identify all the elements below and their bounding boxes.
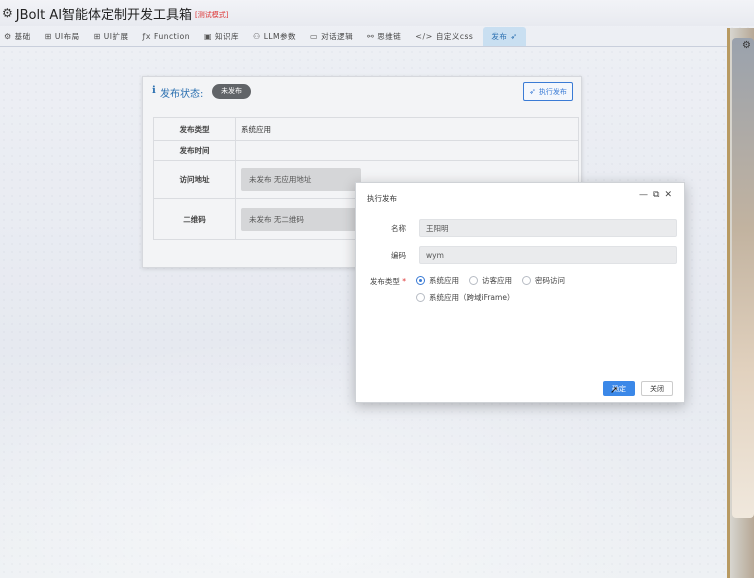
radio-unchecked-icon <box>416 293 425 302</box>
radio-system-app[interactable]: 系统应用 <box>416 275 459 286</box>
code-input[interactable] <box>419 246 677 264</box>
grid-icon: ⊞ <box>93 32 101 41</box>
qrcode-field: 未发布 无二维码 <box>241 207 361 231</box>
tab-label: 基础 <box>14 32 31 41</box>
required-mark: * <box>402 277 406 286</box>
function-icon: ƒx <box>142 32 152 41</box>
tab-label: UI布局 <box>54 32 80 41</box>
publish-panel-header: ℹ 发布状态: 未发布 ➶ 执行发布 <box>143 77 581 109</box>
publish-type-label: 发布类型 <box>369 277 400 286</box>
maximize-icon[interactable]: ⧉ <box>653 190 659 200</box>
name-label: 名称 <box>391 224 406 233</box>
book-icon: ▣ <box>203 32 213 41</box>
radio-checked-icon <box>416 276 425 285</box>
info-icon: ℹ <box>152 85 156 96</box>
gear-icon[interactable]: ⚙ <box>742 40 751 51</box>
tab-label: Function <box>154 32 190 41</box>
chat-icon: ▭ <box>310 32 319 41</box>
radio-unchecked-icon <box>469 276 478 285</box>
execute-publish-button[interactable]: ➶ 执行发布 <box>523 82 573 101</box>
radio-guest-app[interactable]: 访客应用 <box>469 275 512 286</box>
execute-publish-label: 执行发布 <box>538 87 567 96</box>
table-row: 发布时间 <box>153 140 579 161</box>
access-url-field: 未发布 无应用地址 <box>241 168 361 191</box>
tab-basic[interactable]: ⚙ 基础 <box>0 27 41 46</box>
tab-custom-css[interactable]: </> 自定义css <box>411 27 483 46</box>
mindmap-icon: ⚯ <box>367 32 375 41</box>
tab-knowledge-base[interactable]: ▣ 知识库 <box>200 27 249 46</box>
radio-password-access[interactable]: 密码访问 <box>522 275 565 286</box>
radio-label: 系统应用（跨域iFrame） <box>429 293 515 302</box>
app-title: JBolt AI智能体定制开发工具箱 <box>15 7 193 23</box>
row-key: 二维码 <box>153 198 236 240</box>
tab-llm-params[interactable]: ⚇ LLM参数 <box>249 27 306 46</box>
confirm-button[interactable]: 确定 <box>603 381 635 396</box>
table-row: 发布类型 系统应用 <box>153 117 579 141</box>
row-key: 访问地址 <box>153 160 236 199</box>
dialog-title: 执行发布 <box>367 194 397 203</box>
llm-icon: ⚇ <box>253 32 261 41</box>
gear-icon: ⚙ <box>4 32 12 41</box>
side-image <box>732 38 754 518</box>
title-bar: ⚙ JBolt AI智能体定制开发工具箱 [测试模式] <box>0 0 754 26</box>
dialog-window-controls: — ⧉ ✕ <box>639 190 672 200</box>
tab-label: 自定义css <box>435 32 474 41</box>
mode-badge: [测试模式] <box>195 10 229 19</box>
publish-status-label: 发布状态: <box>160 89 204 100</box>
grid-icon: ⊞ <box>44 32 52 41</box>
tab-label: LLM参数 <box>263 32 297 41</box>
publish-type-label-wrap: 发布类型 * <box>356 276 406 287</box>
status-badge: 未发布 <box>212 84 251 99</box>
mouse-cursor-icon: ➚ <box>610 385 619 396</box>
radio-label: 密码访问 <box>535 276 565 285</box>
row-value <box>235 140 579 161</box>
radio-system-app-iframe[interactable]: 系统应用（跨域iFrame） <box>416 292 514 303</box>
radio-unchecked-icon <box>522 276 531 285</box>
tab-label: 发布 <box>491 32 508 41</box>
send-icon: ➶ <box>529 87 536 96</box>
row-key: 发布时间 <box>153 140 236 161</box>
close-icon[interactable]: ✕ <box>664 190 672 200</box>
name-input[interactable] <box>419 219 677 237</box>
tab-function[interactable]: ƒx Function <box>138 27 199 46</box>
execute-publish-dialog: 执行发布 — ⧉ ✕ 名称 编码 发布类型 * 系统应用 访客应用 密码访问 系… <box>355 182 685 403</box>
send-icon: ➶ <box>510 32 518 41</box>
code-icon: </> <box>415 32 433 41</box>
tab-publish[interactable]: 发布 ➶ <box>483 27 526 46</box>
tab-label: 对话逻辑 <box>321 32 354 41</box>
tab-bar: ⚙ 基础 ⊞ UI布局 ⊞ UI扩展 ƒx Function ▣ 知识库 ⚇ L… <box>0 27 728 47</box>
tab-thinking-chain[interactable]: ⚯ 思维链 <box>363 27 411 46</box>
tab-dialog-logic[interactable]: ▭ 对话逻辑 <box>306 27 363 46</box>
row-key: 发布类型 <box>153 117 236 141</box>
close-button[interactable]: 关闭 <box>641 381 673 396</box>
tab-ui-layout[interactable]: ⊞ UI布局 <box>41 27 90 46</box>
code-label: 编码 <box>391 251 406 260</box>
radio-label: 系统应用 <box>429 276 459 285</box>
tab-label: 知识库 <box>215 32 240 41</box>
tab-label: 思维链 <box>377 32 402 41</box>
right-edge-strip: ⚙ <box>727 28 754 578</box>
app-logo-icon: ⚙ <box>2 6 13 20</box>
radio-label: 访客应用 <box>482 276 512 285</box>
row-value: 系统应用 <box>235 117 579 141</box>
minimize-icon[interactable]: — <box>639 190 648 200</box>
tab-ui-extension[interactable]: ⊞ UI扩展 <box>90 27 139 46</box>
tab-label: UI扩展 <box>103 32 129 41</box>
